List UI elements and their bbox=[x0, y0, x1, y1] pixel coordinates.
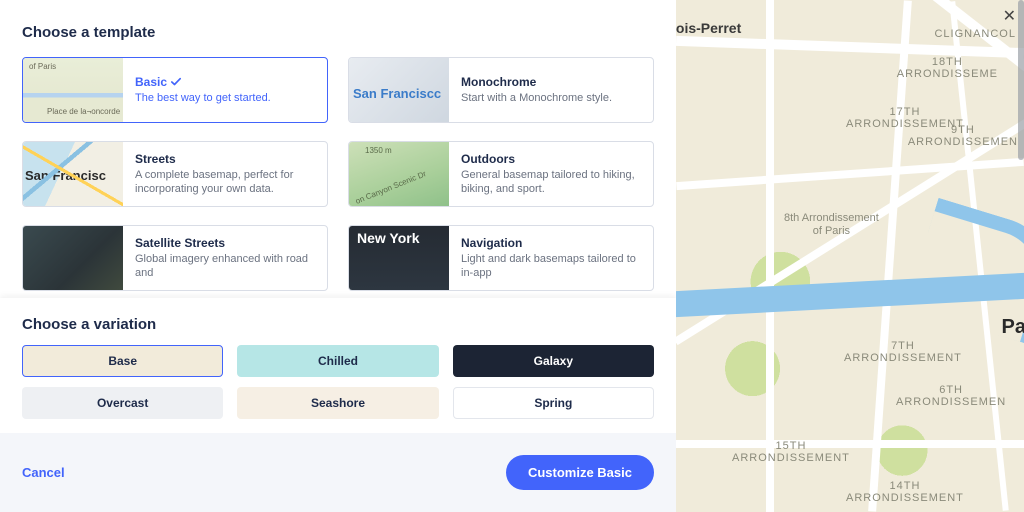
variation-chilled[interactable]: Chilled bbox=[237, 345, 438, 377]
map-label-8th: 8th Arrondissementof Paris bbox=[784, 212, 879, 238]
close-icon[interactable]: ✕ bbox=[1003, 6, 1016, 26]
template-body: Satellite Streets Global imagery enhanced… bbox=[123, 226, 327, 290]
template-body: Basic The best way to get started. bbox=[123, 58, 281, 122]
template-desc: General basemap tailored to hiking, biki… bbox=[461, 168, 643, 197]
variations-grid: Base Chilled Galaxy Overcast Seashore Spring bbox=[22, 345, 654, 419]
template-desc: A complete basemap, perfect for incorpor… bbox=[135, 168, 317, 197]
map-label-7th: 7THARRONDISSEMENT bbox=[844, 340, 962, 364]
map-label-clignancourt: CLIGNANCOL bbox=[934, 28, 1016, 40]
map-preview[interactable]: lois-Perret CLIGNANCOL 18THARRONDISSEME … bbox=[676, 0, 1024, 512]
map-label-18th: 18THARRONDISSEME bbox=[897, 56, 998, 80]
template-thumb bbox=[23, 142, 123, 206]
map-label-9th: 9THARRONDISSEMEN bbox=[908, 124, 1018, 148]
template-name: Satellite Streets bbox=[135, 236, 317, 250]
template-card-monochrome[interactable]: Monochrome Start with a Monochrome style. bbox=[348, 57, 654, 123]
variation-galaxy[interactable]: Galaxy bbox=[453, 345, 654, 377]
template-card-satellite-streets[interactable]: Satellite Streets Global imagery enhanced… bbox=[22, 225, 328, 291]
templates-grid: Basic The best way to get started. Monochr… bbox=[22, 57, 654, 291]
cancel-button[interactable]: Cancel bbox=[22, 465, 65, 480]
template-card-navigation[interactable]: Navigation Light and dark basemaps tailor… bbox=[348, 225, 654, 291]
template-body: Navigation Light and dark basemaps tailor… bbox=[449, 226, 653, 290]
check-icon bbox=[171, 77, 181, 87]
variation-spring[interactable]: Spring bbox=[453, 387, 654, 419]
template-card-basic[interactable]: Basic The best way to get started. bbox=[22, 57, 328, 123]
app-root: Choose a template Basic The best way to g… bbox=[0, 0, 1024, 512]
map-label-15th: 15THARRONDISSEMENT bbox=[732, 440, 850, 464]
template-desc: Light and dark basemaps tailored to in-a… bbox=[461, 252, 643, 281]
templates-area: Choose a template Basic The best way to g… bbox=[0, 0, 676, 298]
template-card-streets[interactable]: Streets A complete basemap, perfect for i… bbox=[22, 141, 328, 207]
map-label-lois-perret: lois-Perret bbox=[676, 20, 741, 36]
variation-base[interactable]: Base bbox=[22, 345, 223, 377]
template-thumb bbox=[349, 58, 449, 122]
map-label-14th: 14THARRONDISSEMENT bbox=[846, 480, 964, 504]
template-name: Basic bbox=[135, 75, 271, 89]
template-desc: The best way to get started. bbox=[135, 91, 271, 105]
template-body: Streets A complete basemap, perfect for i… bbox=[123, 142, 327, 206]
template-name: Navigation bbox=[461, 236, 643, 250]
template-desc: Start with a Monochrome style. bbox=[461, 91, 612, 105]
template-thumb bbox=[23, 226, 123, 290]
scrollbar[interactable] bbox=[1018, 0, 1024, 160]
template-desc: Global imagery enhanced with road and bbox=[135, 252, 317, 281]
customize-button[interactable]: Customize Basic bbox=[506, 455, 654, 490]
template-name: Streets bbox=[135, 152, 317, 166]
variation-overcast[interactable]: Overcast bbox=[22, 387, 223, 419]
left-panel: Choose a template Basic The best way to g… bbox=[0, 0, 676, 512]
template-thumb bbox=[23, 58, 123, 122]
template-body: Monochrome Start with a Monochrome style. bbox=[449, 58, 622, 122]
template-name: Outdoors bbox=[461, 152, 643, 166]
variation-seashore[interactable]: Seashore bbox=[237, 387, 438, 419]
map-label-paris: Pa bbox=[1002, 316, 1024, 339]
template-card-outdoors[interactable]: Outdoors General basemap tailored to hiki… bbox=[348, 141, 654, 207]
template-thumb bbox=[349, 142, 449, 206]
template-thumb bbox=[349, 226, 449, 290]
variations-panel: Choose a variation Base Chilled Galaxy Over… bbox=[0, 298, 676, 433]
variations-title: Choose a variation bbox=[22, 316, 654, 333]
footer: Cancel Customize Basic bbox=[0, 433, 676, 512]
template-name: Monochrome bbox=[461, 75, 612, 89]
templates-title: Choose a template bbox=[22, 24, 654, 41]
template-body: Outdoors General basemap tailored to hiki… bbox=[449, 142, 653, 206]
map-label-6th: 6THARRONDISSEMEN bbox=[896, 384, 1006, 408]
